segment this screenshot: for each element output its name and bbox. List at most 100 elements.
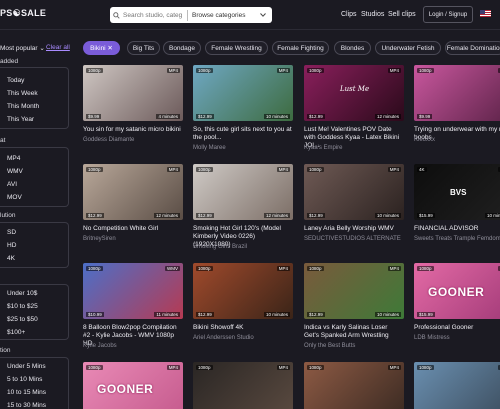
clip-studio[interactable]: BritneySiren [83, 236, 183, 243]
resolution-option-sd[interactable]: SD [7, 229, 16, 236]
price-badge: $9.99 [417, 114, 433, 119]
search-bar: Browse categories [110, 7, 272, 23]
clip-title[interactable]: Professional Gooner [414, 324, 500, 332]
clip-thumbnail[interactable]: 1080p MP4 $12.99 12 minutes [83, 164, 183, 220]
resolution-option-hd[interactable]: HD [7, 242, 16, 249]
added-option-month[interactable]: This Month [7, 103, 39, 110]
resolution-option-4k[interactable]: 4K [7, 255, 15, 262]
clip-studio[interactable]: Kyaa's Empire [304, 145, 404, 152]
search-icon[interactable] [110, 11, 123, 19]
clip-thumbnail[interactable]: 1080p MP4 $12.99 10 minutes [193, 263, 293, 319]
clip-title[interactable]: Indica vs Karly Salinas Loser Get's Span… [304, 324, 404, 340]
clip-thumbnail[interactable]: 1080pMP4 [414, 362, 500, 409]
chip-female-domination[interactable]: Female Domination [445, 41, 500, 55]
added-option-year[interactable]: This Year [7, 116, 34, 123]
top-header: PS☯SALE Browse categories Clips Studios … [0, 0, 500, 30]
format-badge: WMV [165, 266, 180, 271]
clip-title[interactable]: So, this cute girl sits next to you at t… [193, 126, 293, 142]
duration-option-under-5[interactable]: Under 5 Mins [7, 363, 46, 370]
duration-badge: 10 minutes [374, 213, 401, 218]
clip-studio[interactable]: Kylie Jacobs [83, 343, 183, 350]
clip-thumbnail[interactable]: 1080p MP4 GOONER [83, 362, 183, 409]
chip-bondage[interactable]: Bondage [163, 41, 201, 55]
browse-categories-dropdown[interactable]: Browse categories [192, 12, 272, 19]
price-option-under-10[interactable]: Under 10$ [7, 290, 37, 297]
format-option-mov[interactable]: MOV [7, 194, 22, 201]
clip-title[interactable]: You sin for my satanic micro bikini [83, 126, 183, 134]
us-flag-icon[interactable] [480, 10, 491, 17]
duration-badge: 10 minutes [263, 312, 290, 317]
duration-title: tion [0, 347, 11, 354]
price-badge: $12.99 [196, 213, 214, 218]
clip-thumbnail[interactable]: 1080pMP4$9.99 [414, 65, 500, 121]
chip-bikini-active[interactable]: Bikini ✕ [83, 41, 120, 55]
clip-studio[interactable]: Smoking Girls Brazil [193, 244, 293, 251]
clip-studio[interactable]: Goddess Diamante [83, 137, 183, 144]
nav-clips[interactable]: Clips [341, 11, 357, 18]
resolution-badge: 1080p [196, 266, 213, 271]
duration-option-10-15[interactable]: 10 to 15 Mins [7, 389, 46, 396]
price-filter-box: Under 10$ $10 to $25 $25 to $50 $100+ [0, 284, 69, 340]
price-option-100-plus[interactable]: $100+ [7, 329, 25, 336]
nav-studios[interactable]: Studios [361, 11, 384, 18]
resolution-badge: 1080p [307, 167, 324, 172]
clip-title[interactable]: No Competition White Girl [83, 225, 183, 233]
clip-thumbnail[interactable]: 1080pMP4 [193, 362, 293, 409]
chip-blondes[interactable]: Blondes [334, 41, 371, 55]
price-badge: $12.99 [86, 213, 104, 218]
format-option-wmv[interactable]: WMV [7, 168, 23, 175]
resolution-title: lution [0, 212, 16, 219]
sort-dropdown[interactable]: Most popular ⌄ [0, 44, 45, 52]
clip-thumbnail[interactable]: 1080p MP4 $9.99 4 minutes [83, 65, 183, 121]
clip-studio[interactable]: Kleoxxx [414, 137, 500, 144]
site-logo[interactable]: PS☯SALE [0, 8, 46, 19]
clip-studio[interactable]: Molly Maree [193, 145, 293, 152]
clear-all-link[interactable]: Clear all [46, 44, 70, 51]
clip-studio[interactable]: SEDUCTIVESTUDIOS ALTERNATE [304, 236, 404, 243]
clip-thumbnail[interactable]: 1080p MP4 $12.99 12 minutes [193, 164, 293, 220]
resolution-badge: 1080p [86, 68, 103, 73]
clip-title[interactable]: Laney Aria Belly Worship WMV [304, 225, 404, 233]
duration-filter-box: Under 5 Mins 5 to 10 Mins 10 to 15 Mins … [0, 357, 69, 409]
login-signup-button[interactable]: Login / Signup [423, 6, 473, 23]
chip-big-tits[interactable]: Big Tits [127, 41, 160, 55]
duration-option-5-10[interactable]: 5 to 10 Mins [7, 376, 42, 383]
clip-studio[interactable]: Ariel Anderssen Studio [193, 335, 293, 342]
chip-underwater-fetish[interactable]: Underwater Fetish [375, 41, 441, 55]
format-option-avi[interactable]: AVI [7, 181, 17, 188]
resolution-badge: 1080p [307, 365, 324, 370]
clip-thumbnail[interactable]: 4KMP4$15.9910 minutesBVS [414, 164, 500, 220]
clip-thumbnail[interactable]: 1080pMP4$15.99GOONER [414, 263, 500, 319]
chevron-down-icon [260, 12, 266, 19]
format-badge: MP4 [166, 167, 180, 172]
clip-thumbnail[interactable]: 1080p MP4 $12.99 10 minutes [193, 65, 293, 121]
clip-studio[interactable]: LDB Mistress [414, 335, 500, 342]
format-badge: MP4 [387, 167, 401, 172]
clip-studio[interactable]: Only the Best Butts [304, 343, 404, 350]
clip-thumbnail[interactable]: 1080p MP4 $12.99 10 minutes [304, 263, 404, 319]
clip-studio[interactable]: Sweets Treats Trample Femdom [414, 236, 500, 243]
clip-thumbnail[interactable]: 1080p WMV $10.99 11 minutes [83, 263, 183, 319]
added-option-week[interactable]: This Week [7, 90, 38, 97]
thumbnail-overlay-text: BVS [450, 188, 467, 197]
clip-thumbnail[interactable]: 1080p MP4 [304, 362, 404, 409]
clip-title[interactable]: Bikini Showoff 4K [193, 324, 293, 332]
resolution-badge: 1080p [417, 266, 434, 271]
price-option-10-25[interactable]: $10 to $25 [7, 303, 38, 310]
price-option-25-50[interactable]: $25 to $50 [7, 316, 38, 323]
clip-thumbnail[interactable]: 1080p MP4 $12.99 10 minutes [304, 164, 404, 220]
price-badge: $12.99 [196, 114, 214, 119]
nav-sell-clips[interactable]: Sell clips [388, 11, 416, 18]
chip-female-wrestling[interactable]: Female Wrestling [205, 41, 268, 55]
format-badge: MP4 [387, 365, 401, 370]
clip-title[interactable]: FINANCIAL ADVISOR [414, 225, 500, 233]
chip-female-fighting[interactable]: Female Fighting [272, 41, 329, 55]
clip-thumbnail[interactable]: 1080p MP4 $12.99 12 minutes Lust Me [304, 65, 404, 121]
format-option-mp4[interactable]: MP4 [7, 155, 20, 162]
resolution-badge: 4K [417, 167, 427, 172]
search-input[interactable] [123, 11, 187, 19]
format-badge: MP4 [276, 365, 290, 370]
format-badge: MP4 [276, 167, 290, 172]
duration-option-15-30[interactable]: 15 to 30 Mins [7, 402, 46, 409]
added-option-today[interactable]: Today [7, 77, 24, 84]
